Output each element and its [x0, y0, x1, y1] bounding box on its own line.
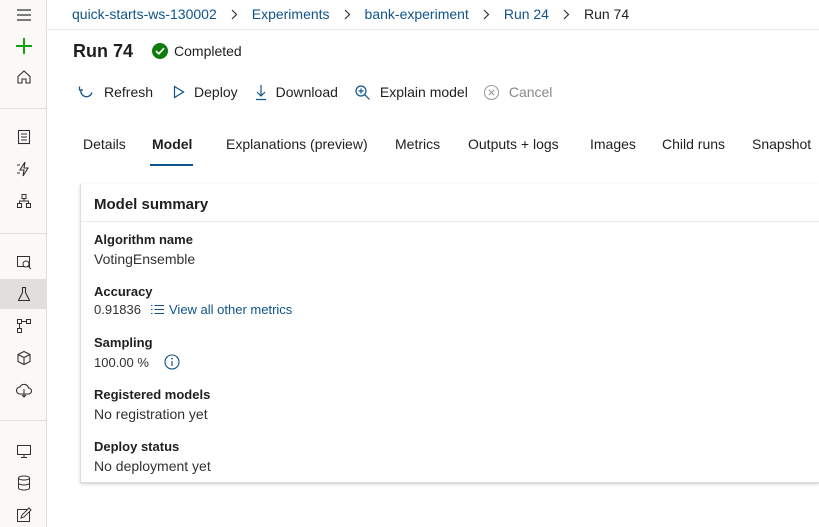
algorithm-name-value: VotingEnsemble — [94, 251, 196, 267]
download-icon — [255, 84, 267, 101]
card-title: Model summary — [94, 196, 209, 213]
tab-details[interactable]: Details — [83, 136, 126, 152]
rail-divider — [0, 233, 46, 234]
algorithm-name-label: Algorithm name — [94, 232, 193, 247]
command-bar: Refresh Deploy Download Explain model Ca… — [78, 82, 552, 102]
tab-explanations[interactable]: Explanations (preview) — [226, 136, 368, 152]
home-icon[interactable] — [0, 62, 47, 92]
automl-icon[interactable] — [0, 154, 47, 184]
model-summary-card: Model summary Algorithm name VotingEnsem… — [80, 184, 819, 483]
registered-models-value: No registration yet — [94, 406, 208, 422]
tab-snapshot[interactable]: Snapshot — [752, 136, 811, 152]
explain-search-icon — [354, 84, 371, 101]
rail-divider — [0, 420, 46, 421]
deploy-button[interactable]: Deploy — [173, 84, 238, 100]
pipelines-icon[interactable] — [0, 311, 47, 341]
designer-icon[interactable] — [0, 186, 47, 216]
tab-images[interactable]: Images — [590, 136, 636, 152]
download-button[interactable]: Download — [255, 84, 338, 101]
breadcrumb-current: Run 74 — [583, 6, 630, 22]
breadcrumb-workspace[interactable]: quick-starts-ws-130002 — [72, 6, 217, 22]
deploy-label: Deploy — [194, 84, 238, 100]
view-all-metrics-label: View all other metrics — [169, 302, 293, 317]
view-all-metrics-link[interactable]: View all other metrics — [150, 302, 292, 317]
breadcrumb-experiment-name[interactable]: bank-experiment — [365, 6, 469, 22]
tab-metrics[interactable]: Metrics — [395, 136, 440, 152]
hamburger-icon[interactable] — [0, 0, 47, 30]
plus-icon[interactable] — [0, 31, 47, 61]
accuracy-label: Accuracy — [94, 284, 153, 299]
cancel-label: Cancel — [508, 84, 553, 100]
explain-model-button[interactable]: Explain model — [354, 84, 468, 101]
accuracy-row: 0.91836 View all other metrics — [94, 302, 292, 317]
labeling-icon[interactable] — [0, 500, 47, 527]
breadcrumb-experiments[interactable]: Experiments — [252, 6, 330, 22]
datastores-icon[interactable] — [0, 468, 47, 498]
active-tab-indicator — [150, 164, 193, 166]
title-row: Run 74 Completed — [73, 40, 242, 62]
sampling-value: 100.00 % — [94, 354, 149, 370]
endpoints-icon[interactable] — [0, 375, 47, 405]
cancel-button[interactable]: Cancel — [483, 84, 553, 101]
chevron-right-icon — [231, 9, 238, 20]
status-text: Completed — [174, 43, 242, 59]
status-badge: Completed — [152, 43, 242, 59]
list-icon — [150, 304, 165, 315]
rail-divider — [0, 108, 46, 109]
compute-icon[interactable] — [0, 436, 47, 466]
tab-outputs-logs[interactable]: Outputs + logs — [468, 136, 559, 152]
download-label: Download — [275, 84, 338, 100]
card-divider — [81, 221, 819, 222]
models-icon[interactable] — [0, 343, 47, 373]
info-icon[interactable] — [164, 354, 180, 370]
tab-model[interactable]: Model — [152, 136, 192, 152]
datasets-icon[interactable] — [0, 247, 47, 277]
notebook-icon[interactable] — [0, 122, 47, 152]
check-circle-icon — [152, 43, 169, 59]
deploy-status-label: Deploy status — [94, 439, 180, 454]
sampling-row: 100.00 % — [94, 354, 180, 370]
chevron-right-icon — [483, 9, 490, 20]
cancel-icon — [483, 84, 500, 101]
breadcrumb: quick-starts-ws-130002 Experiments bank-… — [72, 5, 629, 23]
chevron-right-icon — [563, 9, 570, 20]
page-title: Run 74 — [73, 40, 134, 61]
tab-child-runs[interactable]: Child runs — [662, 136, 725, 152]
header-divider — [47, 29, 819, 30]
sampling-label: Sampling — [94, 335, 153, 350]
play-icon — [173, 85, 185, 99]
deploy-status-value: No deployment yet — [94, 458, 211, 474]
explain-model-label: Explain model — [379, 84, 468, 100]
refresh-icon — [78, 84, 95, 101]
accuracy-value: 0.91836 — [94, 302, 141, 317]
left-nav-rail — [0, 0, 47, 527]
refresh-button[interactable]: Refresh — [78, 84, 153, 101]
registered-models-label: Registered models — [94, 387, 211, 402]
chevron-right-icon — [344, 9, 351, 20]
experiments-icon[interactable] — [0, 279, 47, 309]
refresh-label: Refresh — [104, 84, 154, 100]
breadcrumb-parent-run[interactable]: Run 24 — [504, 6, 549, 22]
